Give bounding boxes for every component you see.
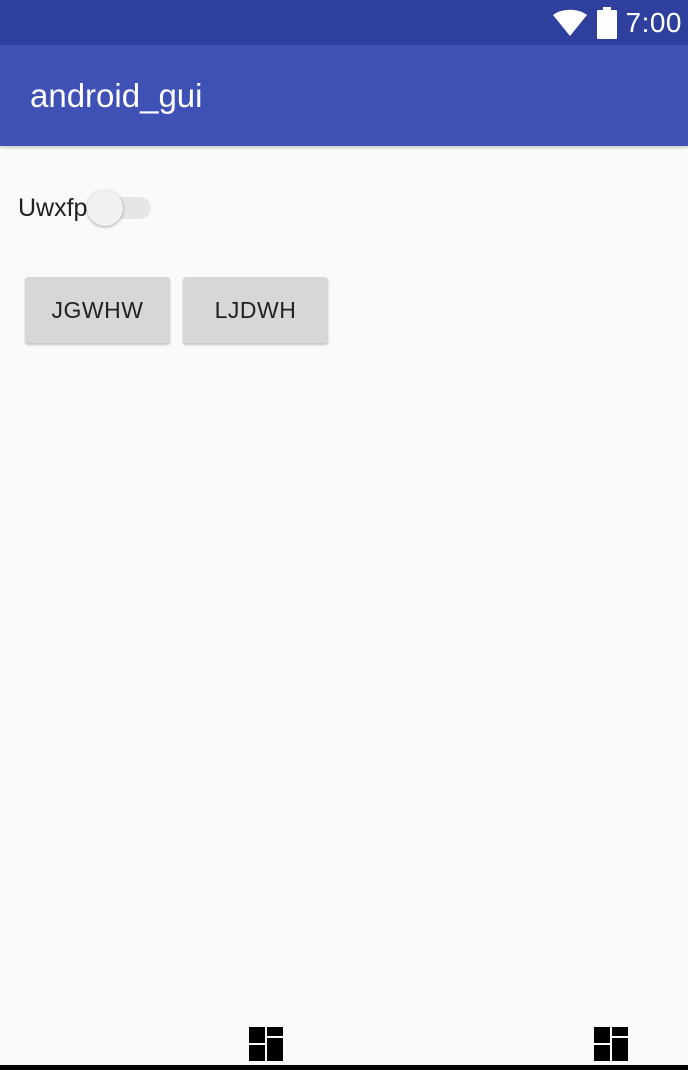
battery-icon xyxy=(596,6,617,39)
status-time: 7:00 xyxy=(625,7,682,38)
status-icons: 7:00 xyxy=(552,0,683,45)
navigation-bar xyxy=(0,1027,688,1070)
dashboard-icon[interactable] xyxy=(594,1027,628,1061)
app-title: android_gui xyxy=(30,77,203,114)
switch-label: Uwxfp xyxy=(18,193,88,222)
dashboard-icon[interactable] xyxy=(249,1027,283,1061)
app-bar: android_gui xyxy=(0,45,688,146)
android-screen: 7:00 android_gui Uwxfp JGWHW LJDWH xyxy=(0,0,688,1070)
bottom-divider xyxy=(0,1065,688,1070)
uwxfp-switch[interactable] xyxy=(87,188,153,228)
jgwhw-button[interactable]: JGWHW xyxy=(25,277,170,343)
switch-thumb[interactable] xyxy=(87,190,124,226)
main-content: Uwxfp JGWHW LJDWH xyxy=(0,146,688,1036)
wifi-icon xyxy=(552,9,587,36)
ljdwh-button[interactable]: LJDWH xyxy=(183,277,328,343)
status-bar: 7:00 xyxy=(0,0,688,45)
switch-row[interactable]: Uwxfp xyxy=(18,188,153,228)
